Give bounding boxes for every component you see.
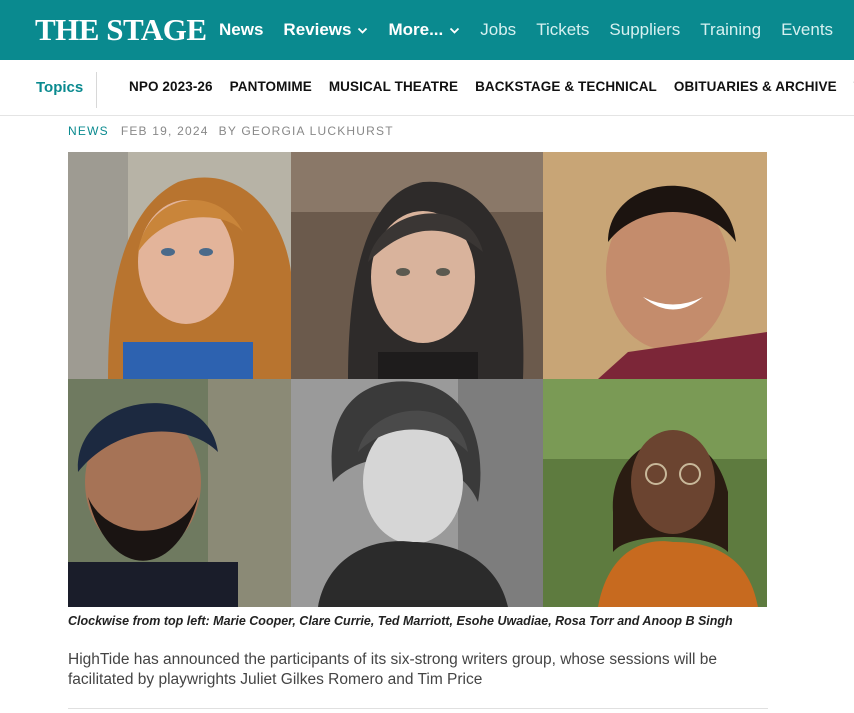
topic-link[interactable]: PANTOMIME bbox=[230, 79, 312, 94]
topic-list: NPO 2023-26 PANTOMIME MUSICAL THEATRE BACKS… bbox=[129, 79, 854, 94]
portrait-top-left bbox=[68, 152, 291, 379]
nav-item-more[interactable]: More... bbox=[388, 20, 460, 40]
portrait-bottom-middle bbox=[291, 379, 543, 607]
nav-item-news[interactable]: News bbox=[219, 20, 263, 40]
nav-item-jobs[interactable]: Jobs bbox=[480, 20, 516, 40]
chevron-down-icon bbox=[449, 25, 460, 36]
portrait-top-middle bbox=[291, 152, 543, 379]
article-meta: NEWS FEB 19, 2024 BY GEORGIA LUCKHURST bbox=[68, 124, 394, 138]
content-divider bbox=[68, 708, 768, 709]
portrait-bottom-left bbox=[68, 379, 291, 607]
topic-link[interactable]: BACKSTAGE & TECHNICAL bbox=[475, 79, 657, 94]
portrait-collage bbox=[68, 152, 767, 607]
nav-item-tickets[interactable]: Tickets bbox=[536, 20, 589, 40]
nav-item-label: Suppliers bbox=[609, 20, 681, 39]
site-logo[interactable]: THE STAGE bbox=[35, 12, 207, 48]
topic-link[interactable]: NPO 2023-26 bbox=[129, 79, 213, 94]
top-navigation-bar: THE STAGE News Reviews More... Jobs Tickets S… bbox=[0, 0, 854, 60]
article-standfirst: HighTide has announced the participants … bbox=[68, 651, 718, 688]
topics-label[interactable]: Topics bbox=[36, 79, 83, 96]
article-byline[interactable]: BY GEORGIA LUCKHURST bbox=[219, 124, 394, 138]
nav-item-label: Events bbox=[781, 20, 834, 39]
topic-link[interactable]: OBITUARIES & ARCHIVE bbox=[674, 79, 837, 94]
nav-item-training[interactable]: Training bbox=[700, 20, 761, 40]
photo-caption: Clockwise from top left: Marie Cooper, C… bbox=[68, 614, 733, 628]
nav-item-suppliers[interactable]: Suppliers bbox=[609, 20, 680, 40]
nav-item-label: News bbox=[219, 20, 264, 39]
chevron-down-icon bbox=[357, 25, 368, 36]
nav-item-label: Tickets bbox=[536, 20, 590, 39]
article-category[interactable]: NEWS bbox=[68, 124, 109, 138]
article-photo bbox=[68, 152, 767, 607]
nav-item-label: Training bbox=[700, 20, 762, 39]
nav-item-reviews[interactable]: Reviews bbox=[283, 20, 368, 40]
nav-item-label: Reviews bbox=[283, 20, 352, 39]
topic-link[interactable]: MUSICAL THEATRE bbox=[329, 79, 458, 94]
portrait-bottom-right bbox=[543, 379, 767, 607]
portrait-top-right bbox=[543, 152, 767, 379]
nav-item-label: More... bbox=[388, 20, 444, 39]
article-date: FEB 19, 2024 bbox=[120, 124, 209, 138]
nav-item-label: Jobs bbox=[480, 20, 517, 39]
main-nav: News Reviews More... Jobs Tickets Suppliers Tr… bbox=[219, 0, 853, 60]
topics-divider bbox=[96, 72, 97, 108]
nav-item-events[interactable]: Events bbox=[781, 20, 833, 40]
